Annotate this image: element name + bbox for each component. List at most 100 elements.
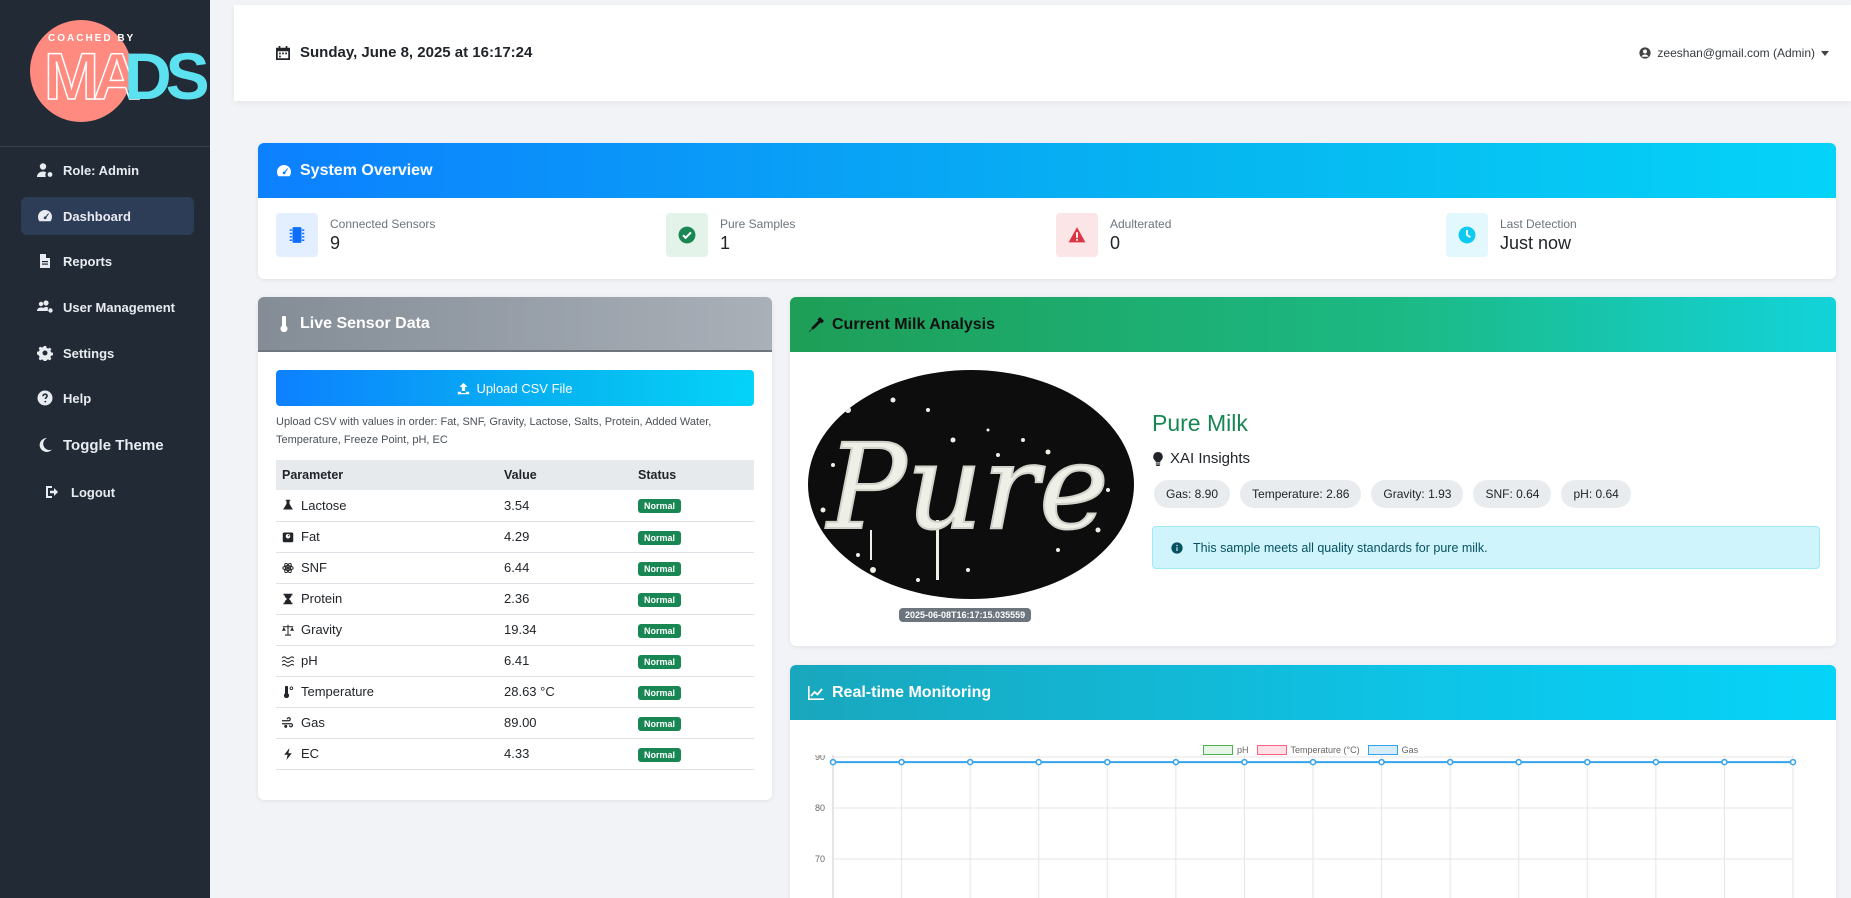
stat-icon-box (1446, 213, 1488, 257)
status-cell: Normal (632, 583, 754, 615)
y-tick-label: 80 (815, 803, 825, 813)
status-badge: Normal (638, 561, 682, 576)
logout-icon (46, 486, 58, 498)
sidebar-item-reports[interactable]: Reports (21, 242, 194, 280)
status-cell: Normal (632, 521, 754, 553)
users-gear-icon (37, 300, 53, 313)
data-point (898, 758, 905, 766)
card-title: Current Milk Analysis (832, 315, 996, 333)
param-value: 89.00 (498, 707, 632, 739)
logout-button[interactable]: Logout (29, 473, 202, 511)
data-point (966, 758, 974, 766)
datetime-text: Sunday, June 8, 2025 at 16:17:24 (300, 44, 533, 61)
status-badge: Normal (638, 623, 682, 638)
data-point (829, 758, 837, 766)
milk-splash-graphic: Pure (820, 390, 1110, 582)
param-value: 2.36 (498, 583, 632, 615)
thermometer-icon (283, 685, 294, 698)
column-header: Status (632, 460, 754, 490)
milk-analysis-header: Current Milk Analysis (790, 297, 1836, 352)
sidebar-item-user-management[interactable]: User Management (21, 288, 194, 326)
user-menu[interactable]: zeeshan@gmail.com (Admin) (1639, 46, 1829, 60)
data-point (1446, 758, 1454, 766)
table-row: Temperature 28.63 °C Normal (276, 676, 754, 708)
legend-item-ph[interactable]: pH (1203, 745, 1249, 755)
monitoring-card: Real-time Monitoring pH Temperature (°C)… (790, 665, 1836, 898)
current-datetime: Sunday, June 8, 2025 at 16:17:24 (276, 44, 532, 61)
table-header-row: Parameter Value Status (276, 460, 754, 490)
legend-item-temperature[interactable]: Temperature (°C) (1256, 745, 1360, 755)
moon-icon (39, 437, 52, 452)
stat-icon-box (276, 213, 318, 257)
param-name: Gas (301, 715, 325, 730)
param-value: 6.44 (498, 552, 632, 584)
sidebar-item-role: Role: Admin (21, 151, 194, 189)
insight-pills: Gas: 8.90 Temperature: 2.86 Gravity: 1.9… (1154, 480, 1641, 508)
param-value: 4.29 (498, 521, 632, 553)
check-circle-icon (678, 226, 696, 244)
sidebar-item-help[interactable]: Help (21, 379, 194, 417)
logo-mark-left: MA (43, 38, 141, 114)
eyedropper-icon (809, 316, 824, 332)
status-badge: Normal (638, 592, 682, 607)
stat-label: Pure Samples (720, 216, 796, 231)
chevron-down-icon (1821, 50, 1829, 56)
legend-item-gas[interactable]: Gas (1367, 745, 1418, 755)
table-row: EC 4.33 Normal (276, 738, 754, 770)
table-row: Fat 4.29 Normal (276, 521, 754, 553)
status-badge: Normal (638, 747, 682, 762)
sidebar-item-label: Help (63, 390, 92, 406)
y-tick-label: 70 (815, 854, 825, 864)
balance-icon (282, 624, 294, 636)
sensor-table: Parameter Value Status Lactose 3.54 Norm… (276, 460, 754, 770)
legend-swatch (1367, 745, 1398, 755)
data-point (1378, 758, 1385, 766)
data-point (1584, 758, 1591, 766)
theme-toggle-button[interactable]: Toggle Theme (21, 426, 194, 464)
upload-hint: Upload CSV with values in order: Fat, SN… (276, 416, 712, 446)
legend-swatch (1256, 745, 1287, 755)
alert-message: This sample meets all quality standards … (1193, 540, 1488, 555)
app-logo[interactable]: COACHED BY MA DS (28, 18, 210, 126)
logo-mark-right: DS (124, 39, 210, 113)
xai-title-text: XAI Insights (1170, 450, 1251, 467)
card-title: System Overview (300, 161, 433, 179)
table-row: Lactose 3.54 Normal (276, 490, 754, 522)
wind-icon (282, 716, 294, 728)
param-value: 3.54 (498, 490, 632, 522)
warning-icon (1068, 227, 1086, 243)
upload-csv-button[interactable]: Upload CSV File (276, 370, 754, 406)
gauge-icon (38, 210, 52, 222)
column-header: Value (498, 460, 632, 490)
user-circle-icon (1639, 47, 1652, 59)
status-badge: Normal (638, 530, 682, 545)
status-cell: Normal (632, 490, 754, 522)
table-row: Protein 2.36 Normal (276, 583, 754, 615)
data-point (1104, 758, 1111, 766)
param-name: Protein (301, 591, 343, 606)
stat-label: Connected Sensors (330, 216, 436, 231)
insight-pill: Gravity: 1.93 (1371, 480, 1464, 508)
thermometer-icon (280, 315, 288, 332)
stat-icon-box (666, 213, 708, 257)
data-point (1515, 758, 1522, 766)
sidebar-item-label: Reports (63, 253, 113, 269)
param-cell: SNF (276, 552, 498, 584)
stat-value: 0 (1110, 232, 1121, 253)
sidebar-item-dashboard[interactable]: Dashboard (21, 197, 194, 235)
data-point (1172, 758, 1180, 766)
data-point (1652, 758, 1660, 766)
atom-icon (282, 562, 294, 573)
stat-pure-samples: Pure Samples 1 (666, 213, 795, 257)
param-name: pH (301, 653, 318, 668)
param-cell: pH (276, 645, 498, 677)
sidebar-divider (0, 146, 210, 147)
stat-last-detection: Last Detection Just now (1446, 213, 1577, 257)
insight-pill: Temperature: 2.86 (1240, 480, 1362, 508)
sidebar-item-settings[interactable]: Settings (21, 334, 194, 372)
param-cell: Fat (276, 521, 498, 553)
insight-pill: SNF: 0.64 (1473, 480, 1552, 508)
live-sensor-header: Live Sensor Data (258, 297, 772, 352)
column-header: Parameter (276, 460, 498, 490)
y-tick-label: 90 (815, 755, 825, 762)
